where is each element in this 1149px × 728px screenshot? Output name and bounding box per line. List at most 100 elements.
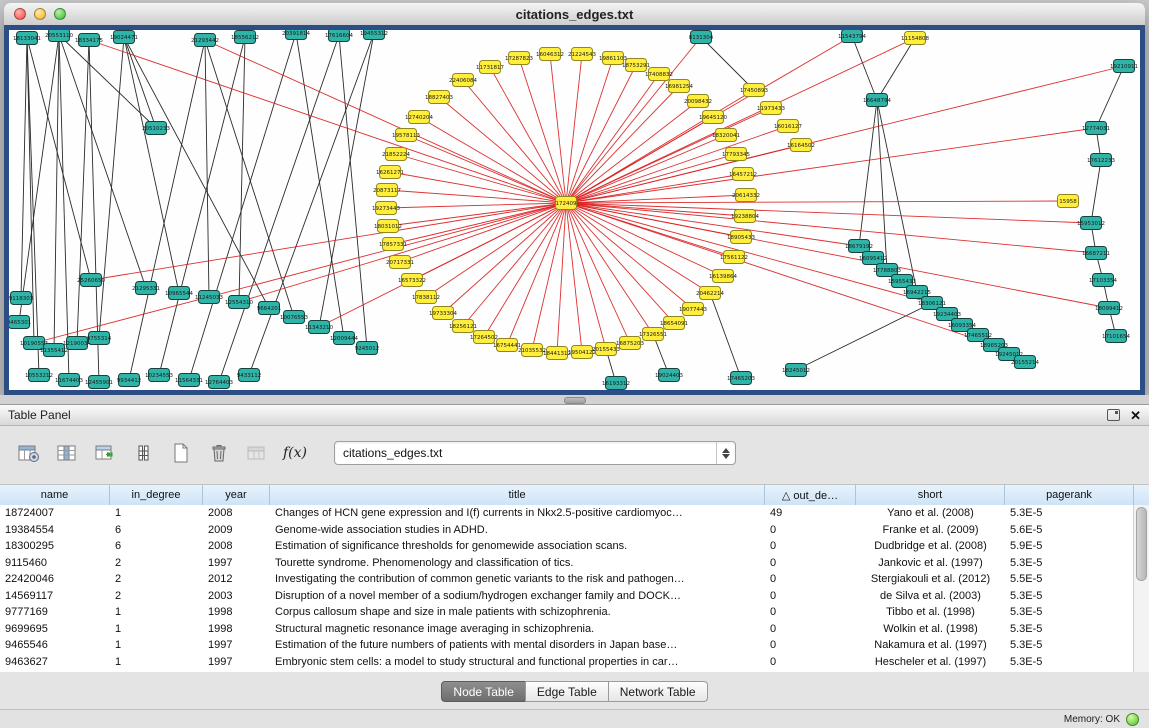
graph-node[interactable]: 9664201: [257, 302, 282, 315]
zoom-window-button[interactable]: [54, 8, 66, 20]
graph-node[interactable]: 17612233: [1087, 154, 1115, 167]
table-cell[interactable]: 2012: [203, 573, 270, 585]
graph-edge[interactable]: [490, 67, 566, 203]
graph-edge[interactable]: [532, 203, 566, 350]
table-row[interactable]: 2242004622012Investigating the contribut…: [0, 571, 1134, 588]
table-cell[interactable]: 2003: [203, 590, 270, 602]
table-row[interactable]: 1456911722003Disruption of a novel membe…: [0, 588, 1134, 605]
graph-center-node[interactable]: 172409: [556, 197, 577, 210]
graph-node[interactable]: 11154808: [901, 32, 929, 45]
graph-node[interactable]: 18441312: [543, 347, 571, 360]
graph-node[interactable]: 21224543: [568, 48, 596, 61]
graph-node[interactable]: 21295331: [132, 282, 160, 295]
graph-node[interactable]: 18320041: [712, 129, 740, 142]
graph-edge[interactable]: [1091, 160, 1101, 223]
table-cell[interactable]: 22420046: [0, 573, 110, 585]
graph-node[interactable]: 19455312: [360, 30, 388, 40]
graph-edge[interactable]: [393, 203, 566, 244]
table-cell[interactable]: Nakamura et al. (1997): [856, 639, 1005, 651]
table-cell[interactable]: Embryonic stem cells: a model to study s…: [270, 656, 765, 668]
graph-edge[interactable]: [59, 35, 146, 288]
graph-node[interactable]: 18031012: [374, 220, 402, 233]
graph-node[interactable]: 19733304: [429, 307, 457, 320]
table-cell[interactable]: Stergiakouli et al. (2012): [856, 573, 1005, 585]
graph-node[interactable]: 12764403: [205, 376, 233, 389]
graph-node[interactable]: 21035532: [518, 344, 546, 357]
table-row[interactable]: 946554611997Estimation of the future num…: [0, 637, 1134, 654]
graph-node[interactable]: 19210911: [1110, 60, 1138, 73]
graph-node[interactable]: 20510233: [142, 122, 170, 135]
graph-node[interactable]: 19578113: [392, 129, 420, 142]
table-cell[interactable]: Disruption of a novel member of a sodium…: [270, 590, 765, 602]
table-cell[interactable]: 5.3E-5: [1005, 557, 1134, 569]
table-cell[interactable]: 18724007: [0, 507, 110, 519]
graph-node[interactable]: 16573322: [398, 274, 426, 287]
table-cell[interactable]: 0: [765, 557, 856, 569]
tab-edge-table[interactable]: Edge Table: [525, 681, 609, 702]
graph-node[interactable]: 22406084: [449, 74, 477, 87]
graph-node[interactable]: 16016127: [774, 120, 802, 133]
graph-node[interactable]: 9465301: [9, 316, 31, 329]
graph-node[interactable]: 16139864: [709, 270, 737, 283]
graph-node[interactable]: 17264502: [470, 331, 498, 344]
table-cell[interactable]: 1997: [203, 656, 270, 668]
table-cell[interactable]: 2: [110, 573, 203, 585]
graph-node[interactable]: 11343210: [305, 321, 333, 334]
window-titlebar[interactable]: citations_edges.txt: [4, 3, 1145, 26]
table-cell[interactable]: 14569117: [0, 590, 110, 602]
graph-node[interactable]: 12774031: [1082, 122, 1110, 135]
graph-node[interactable]: 16046312: [536, 48, 564, 61]
graph-edge[interactable]: [21, 38, 27, 298]
graph-edge[interactable]: [205, 40, 209, 297]
function-builder-button[interactable]: f(x): [280, 439, 310, 467]
graph-node[interactable]: 17857331: [379, 238, 407, 251]
graph-node[interactable]: 10965544: [165, 287, 193, 300]
table-cell[interactable]: 1998: [203, 623, 270, 635]
table-row[interactable]: 1872400712008Changes of HCN gene express…: [0, 505, 1134, 522]
graph-node[interactable]: 19077443: [679, 303, 707, 316]
graph-node[interactable]: 12009444: [330, 332, 358, 345]
graph-edge[interactable]: [701, 37, 754, 90]
graph-edge[interactable]: [507, 203, 566, 345]
graph-node[interactable]: 17793345: [722, 148, 750, 161]
table-cell[interactable]: 1: [110, 656, 203, 668]
table-cell[interactable]: Tibbo et al. (1998): [856, 606, 1005, 618]
graph-edge[interactable]: [566, 203, 653, 334]
graph-node[interactable]: 18133041: [13, 32, 41, 45]
table-cell[interactable]: Changes of HCN gene expression and I(f) …: [270, 507, 765, 519]
graph-node[interactable]: 19861103: [599, 52, 627, 65]
table-cell[interactable]: Yano et al. (2008): [856, 507, 1005, 519]
graph-node[interactable]: 18334175: [75, 34, 103, 47]
table-cell[interactable]: 5.3E-5: [1005, 507, 1134, 519]
graph-edge[interactable]: [566, 203, 1091, 223]
table-scrollbar[interactable]: [1133, 505, 1149, 672]
scrollbar-thumb[interactable]: [1136, 507, 1147, 581]
close-window-button[interactable]: [14, 8, 26, 20]
table-cell[interactable]: Structural magnetic resonance image aver…: [270, 623, 765, 635]
graph-node[interactable]: 16095412: [859, 252, 887, 265]
graph-edge[interactable]: [566, 101, 698, 203]
graph-edge[interactable]: [124, 37, 156, 128]
table-cell[interactable]: Jankovic et al. (1997): [856, 557, 1005, 569]
graph-node[interactable]: 10553212: [25, 369, 53, 382]
graph-node[interactable]: 17101654: [1102, 330, 1130, 343]
table-cell[interactable]: Genome-wide association studies in ADHD.: [270, 524, 765, 536]
graph-node[interactable]: 16754441: [493, 339, 521, 352]
graph-node[interactable]: 25260650: [77, 274, 105, 287]
graph-edge[interactable]: [566, 201, 1068, 203]
column-header-short[interactable]: short: [856, 485, 1005, 505]
graph-edge[interactable]: [129, 40, 205, 380]
table-settings-button[interactable]: [14, 439, 44, 467]
table-row[interactable]: 969969511998Structural magnetic resonanc…: [0, 621, 1134, 638]
table-cell[interactable]: 1: [110, 606, 203, 618]
tab-network-table[interactable]: Network Table: [608, 681, 708, 702]
table-cell[interactable]: 5.3E-5: [1005, 623, 1134, 635]
table-cell[interactable]: 2008: [203, 540, 270, 552]
graph-node[interactable]: 20098432: [684, 95, 712, 108]
graph-node[interactable]: 19645120: [699, 111, 727, 124]
table-cell[interactable]: 5.3E-5: [1005, 639, 1134, 651]
column-header-out_de[interactable]: △ out_de…: [765, 485, 856, 505]
column-header-pagerank[interactable]: pagerank: [1005, 485, 1134, 505]
table-cell[interactable]: 5.3E-5: [1005, 590, 1134, 602]
table-cell[interactable]: Wolkin et al. (1998): [856, 623, 1005, 635]
